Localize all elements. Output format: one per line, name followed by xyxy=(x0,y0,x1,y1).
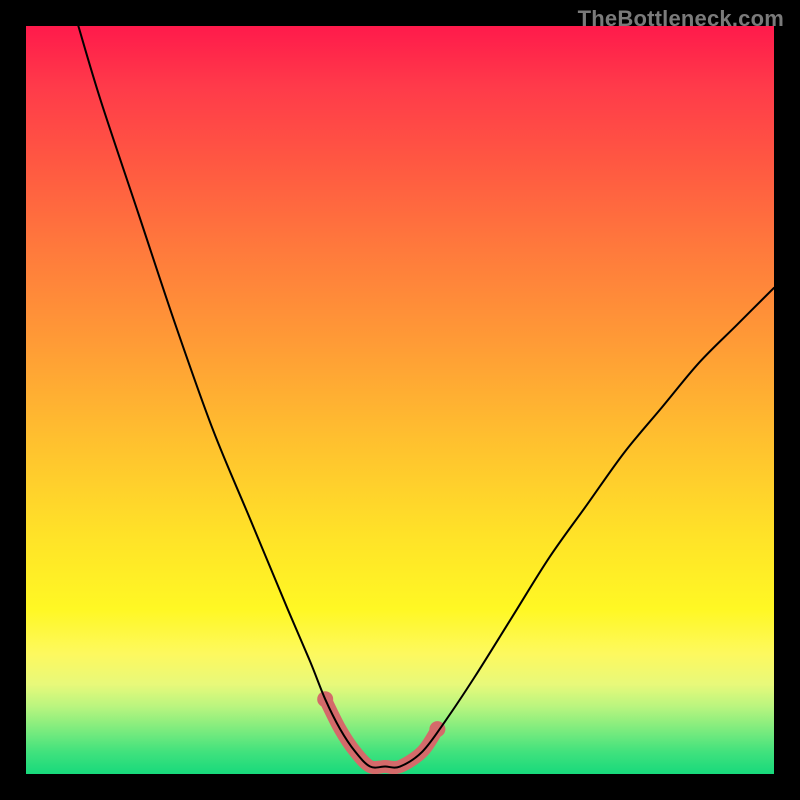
bottleneck-curve xyxy=(78,26,774,768)
plot-area xyxy=(26,26,774,774)
chart-overlay xyxy=(26,26,774,774)
safe-zone-curve xyxy=(317,691,445,767)
watermark-text: TheBottleneck.com xyxy=(578,6,784,32)
chart-frame: TheBottleneck.com xyxy=(0,0,800,800)
